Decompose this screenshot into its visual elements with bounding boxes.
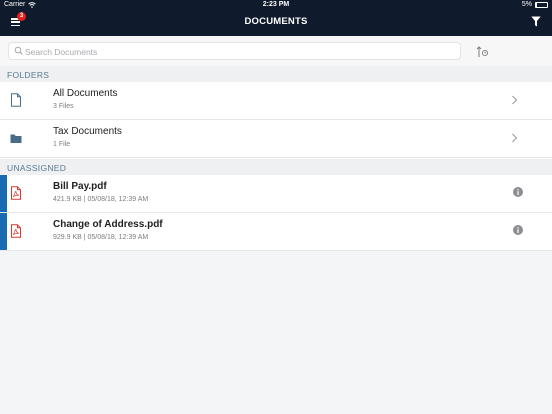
battery-fill bbox=[536, 2, 537, 7]
document-title: Bill Pay.pdf bbox=[53, 181, 107, 192]
document-outline-icon bbox=[11, 93, 21, 107]
unassigned-indicator-bar bbox=[0, 175, 7, 212]
document-meta: 929.9 KB | 05/08/18, 12:39 AM bbox=[53, 234, 149, 241]
search-icon bbox=[14, 46, 23, 55]
document-row-bill-pay[interactable]: Bill Pay.pdf 421.9 KB | 05/08/18, 12:39 … bbox=[0, 175, 552, 213]
pdf-icon bbox=[11, 186, 21, 200]
folder-title: Tax Documents bbox=[53, 126, 122, 137]
folder-file-count: 3 Files bbox=[53, 103, 74, 110]
battery-percent: 5% bbox=[521, 1, 532, 8]
folder-icon bbox=[10, 134, 22, 143]
status-right: 5% bbox=[522, 1, 548, 8]
chevron-right-icon bbox=[512, 95, 518, 105]
search-input[interactable] bbox=[25, 44, 455, 59]
folder-row-all-documents[interactable]: All Documents 3 Files bbox=[0, 82, 552, 120]
page-title: DOCUMENTS bbox=[244, 16, 308, 27]
info-icon[interactable] bbox=[513, 225, 523, 235]
chevron-right-icon bbox=[512, 133, 518, 143]
unassigned-indicator-bar bbox=[0, 213, 7, 250]
sort-icon[interactable] bbox=[476, 46, 490, 58]
search-bar-area bbox=[0, 36, 552, 66]
folder-title: All Documents bbox=[53, 88, 118, 99]
unassigned-section-header: UNASSIGNED bbox=[0, 159, 552, 175]
empty-list-area bbox=[0, 251, 552, 414]
folder-file-count: 1 File bbox=[53, 141, 71, 148]
folder-row-tax-documents[interactable]: Tax Documents 1 File bbox=[0, 120, 552, 158]
battery-icon bbox=[535, 1, 548, 8]
folders-section-header: FOLDERS bbox=[0, 66, 552, 82]
search-box[interactable] bbox=[8, 42, 461, 60]
pdf-icon bbox=[11, 224, 21, 238]
status-time: 2:23 PM bbox=[262, 1, 290, 8]
status-bar: Carrier 2:23 PM 5% bbox=[0, 0, 552, 10]
document-row-change-of-address[interactable]: Change of Address.pdf 929.9 KB | 05/08/1… bbox=[0, 213, 552, 251]
info-icon[interactable] bbox=[513, 187, 523, 197]
nav-header: Carrier 2:23 PM 5% 3 DOCUMENTS bbox=[0, 0, 552, 36]
document-title: Change of Address.pdf bbox=[53, 219, 163, 230]
document-meta: 421.9 KB | 05/08/18, 12:39 AM bbox=[53, 196, 149, 203]
filter-icon[interactable] bbox=[531, 16, 541, 27]
